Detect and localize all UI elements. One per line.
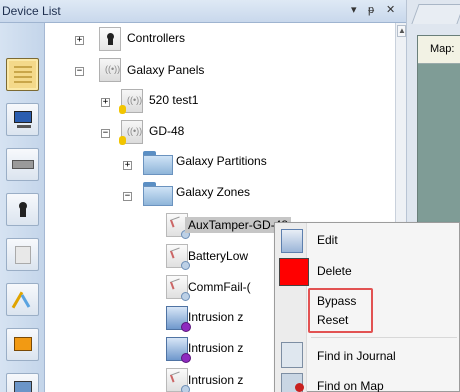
tree-node-galaxy-panels[interactable]: − ((•)) Galaxy Panels (45, 58, 395, 82)
zone-icon (166, 244, 190, 270)
list-icon (14, 66, 32, 84)
map-tab[interactable] (411, 4, 460, 24)
intrusion-zone-icon (166, 306, 191, 332)
dropdown-icon[interactable]: ▾ (351, 4, 357, 16)
menu-item-find-on-map[interactable]: Find on Map (275, 369, 459, 392)
tree-node-label: Intrusion z (188, 341, 244, 355)
tree-node-520-test1[interactable]: + ((•)) 520 test1 (45, 89, 395, 114)
left-toolbar (0, 23, 45, 392)
menu-item-find-in-journal[interactable]: Find in Journal (275, 341, 459, 369)
zone-icon (166, 368, 190, 392)
reader-tool-button[interactable] (6, 328, 39, 361)
expand-toggle[interactable]: + (75, 36, 84, 45)
more-tool-button[interactable] (6, 373, 39, 392)
tree-node-controllers[interactable]: + Controllers (45, 27, 395, 51)
menu-item-edit[interactable]: Edit (275, 225, 459, 255)
monitor-icon (14, 381, 32, 392)
menu-item-label: Find on Map (317, 379, 384, 392)
controller-tool-button[interactable] (6, 193, 39, 226)
wire-blue-icon (20, 294, 31, 308)
menu-separator (311, 337, 457, 338)
tree-node-label: Intrusion z (188, 373, 244, 387)
tree-node-galaxy-partitions[interactable]: + Galaxy Partitions (45, 151, 395, 175)
map-header: Map: (418, 36, 460, 64)
tree-node-label: CommFail-( (188, 280, 251, 294)
panel-antenna-icon: ((•)) (99, 58, 121, 82)
keyhole-controller-icon (99, 27, 121, 51)
tree-node-label: GD-48 (149, 124, 185, 138)
antenna-panel-icon (15, 246, 31, 264)
panel-antenna-icon: ((•)) (119, 120, 143, 145)
keyhole-stem-icon (20, 208, 26, 217)
computer-tool-button[interactable] (6, 103, 39, 136)
menu-item-label: Edit (317, 233, 338, 247)
zone-icon (166, 275, 190, 301)
pin-icon[interactable]: ᵽ (368, 4, 374, 16)
tree-node-label: Galaxy Panels (127, 63, 205, 77)
collapse-toggle[interactable]: − (75, 67, 84, 76)
tree-node-galaxy-zones[interactable]: − Galaxy Zones (45, 182, 395, 206)
bypass-reset-highlight (308, 288, 373, 333)
tree-node-label: Galaxy Partitions (176, 154, 267, 168)
menu-item-label: Delete (317, 264, 352, 278)
card-reader-icon (14, 337, 32, 351)
scroll-up-icon[interactable]: ▲ (397, 25, 406, 37)
keypad-icon (12, 160, 34, 169)
tree-node-label: BatteryLow (188, 249, 249, 263)
panel-antenna-icon: ((•)) (119, 89, 143, 114)
tree-node-gd-48[interactable]: − ((•)) GD-48 (45, 120, 395, 145)
keyboard-icon (17, 125, 31, 128)
tree-node-label: Controllers (127, 31, 186, 45)
device-list-titlebar: Device List ▾ ᵽ ✕ (0, 0, 406, 23)
close-icon[interactable]: ✕ (386, 4, 395, 16)
tree-node-label: Intrusion z (188, 310, 244, 324)
computer-icon (14, 111, 32, 123)
delete-icon (279, 258, 309, 286)
collapse-toggle[interactable]: − (101, 129, 110, 138)
tree-node-label: Galaxy Zones (176, 185, 251, 199)
intrusion-zone-icon (166, 337, 191, 363)
edit-icon (281, 229, 303, 253)
menu-item-label: Find in Journal (317, 349, 396, 363)
panel-title: Device List (2, 4, 61, 18)
map-pin-icon (295, 383, 304, 392)
journal-search-icon (281, 342, 303, 368)
wiring-tool-button[interactable] (6, 283, 39, 316)
device-list-tool-button[interactable] (6, 58, 39, 91)
collapse-toggle[interactable]: − (123, 192, 132, 201)
expand-toggle[interactable]: + (123, 161, 132, 170)
folder-icon (143, 151, 173, 175)
menu-item-delete[interactable]: Delete (275, 255, 459, 287)
device-list-window: Device List ▾ ᵽ ✕ Map: + Controllers − (… (0, 0, 460, 392)
panel-tool-button[interactable] (6, 148, 39, 181)
galaxy-panel-tool-button[interactable] (6, 238, 39, 271)
map-label: Map: (430, 43, 455, 55)
folder-icon (143, 182, 173, 206)
tree-node-label: 520 test1 (149, 93, 199, 107)
expand-toggle[interactable]: + (101, 98, 110, 107)
